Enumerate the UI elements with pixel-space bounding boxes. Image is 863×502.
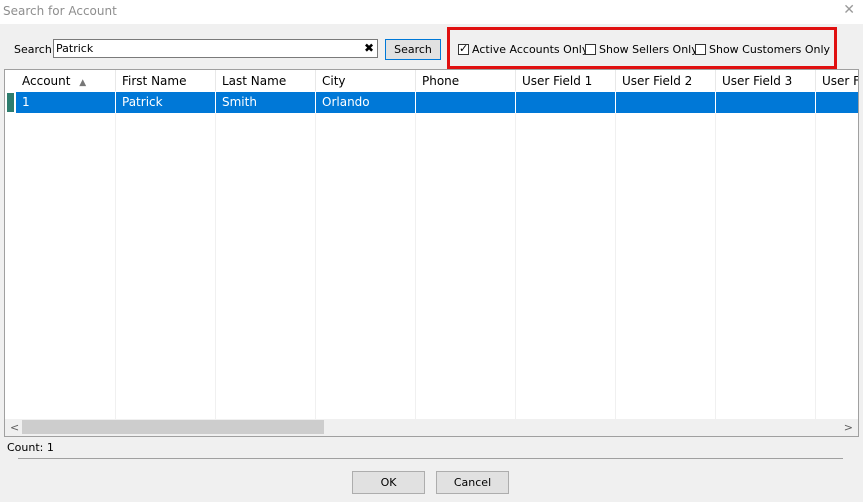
active-accounts-only-checkbox[interactable]: ✓ Active Accounts Only (458, 42, 589, 56)
column-divider (615, 113, 616, 419)
checkbox-label: Show Customers Only (709, 43, 831, 56)
scrollbar-thumb[interactable] (22, 420, 324, 434)
column-header-phone[interactable]: Phone (416, 70, 516, 91)
checkbox-label: Active Accounts Only (472, 43, 589, 56)
search-label: Search (14, 43, 52, 56)
column-divider (515, 113, 516, 419)
ok-button[interactable]: OK (352, 471, 425, 494)
sort-ascending-icon: ▲ (79, 78, 87, 88)
column-header-last-name[interactable]: Last Name (216, 70, 316, 91)
checkbox-label: Show Sellers Only (599, 43, 698, 56)
column-divider (715, 113, 716, 419)
title-bar: Search for Account ✕ (0, 0, 863, 24)
column-divider (415, 113, 416, 419)
column-divider (115, 113, 116, 419)
horizontal-scrollbar[interactable]: < > (5, 419, 858, 436)
cell-user-field-1[interactable] (516, 92, 616, 113)
column-divider (215, 113, 216, 419)
column-header-user-field-1[interactable]: User Field 1 (516, 70, 616, 91)
cell-user-f[interactable] (816, 92, 858, 113)
scroll-left-icon[interactable]: < (10, 419, 19, 436)
cell-first-name[interactable]: Patrick (116, 92, 216, 113)
footer-divider (18, 458, 843, 459)
column-header-user-f[interactable]: User F (816, 70, 858, 91)
table-row[interactable]: 1 Patrick Smith Orlando (5, 92, 858, 113)
close-icon[interactable]: ✕ (843, 2, 855, 18)
cell-user-field-3[interactable] (716, 92, 816, 113)
cell-phone[interactable] (416, 92, 516, 113)
checkbox-box[interactable]: ✓ (458, 42, 469, 55)
grid-header: Account ▲ First Name Last Name City Phon… (5, 70, 858, 92)
search-button[interactable]: Search (385, 39, 441, 60)
clear-search-icon[interactable]: ✖ (364, 41, 374, 55)
checkbox-box[interactable] (585, 44, 596, 55)
accounts-grid[interactable]: Account ▲ First Name Last Name City Phon… (4, 69, 859, 437)
cell-account[interactable]: 1 (16, 92, 116, 113)
column-header-first-name[interactable]: First Name (116, 70, 216, 91)
window-title: Search for Account (3, 4, 117, 18)
checkmark-icon: ✓ (459, 42, 469, 55)
column-divider (315, 113, 316, 419)
column-header-account[interactable]: Account ▲ (16, 70, 116, 91)
cell-city[interactable]: Orlando (316, 92, 416, 113)
column-header-city[interactable]: City (316, 70, 416, 91)
column-divider (815, 113, 816, 419)
column-header-user-field-2[interactable]: User Field 2 (616, 70, 716, 91)
column-header-user-field-3[interactable]: User Field 3 (716, 70, 816, 91)
show-sellers-only-checkbox[interactable]: Show Sellers Only (585, 43, 698, 56)
record-count: Count: 1 (7, 441, 54, 454)
cell-last-name[interactable]: Smith (216, 92, 316, 113)
cell-user-field-2[interactable] (616, 92, 716, 113)
checkbox-box[interactable] (695, 44, 706, 55)
show-customers-only-checkbox[interactable]: Show Customers Only (695, 43, 830, 56)
search-input[interactable] (56, 41, 356, 56)
search-field[interactable]: ✖ (53, 39, 378, 58)
cancel-button[interactable]: Cancel (436, 471, 509, 494)
scroll-right-icon[interactable]: > (844, 419, 853, 436)
